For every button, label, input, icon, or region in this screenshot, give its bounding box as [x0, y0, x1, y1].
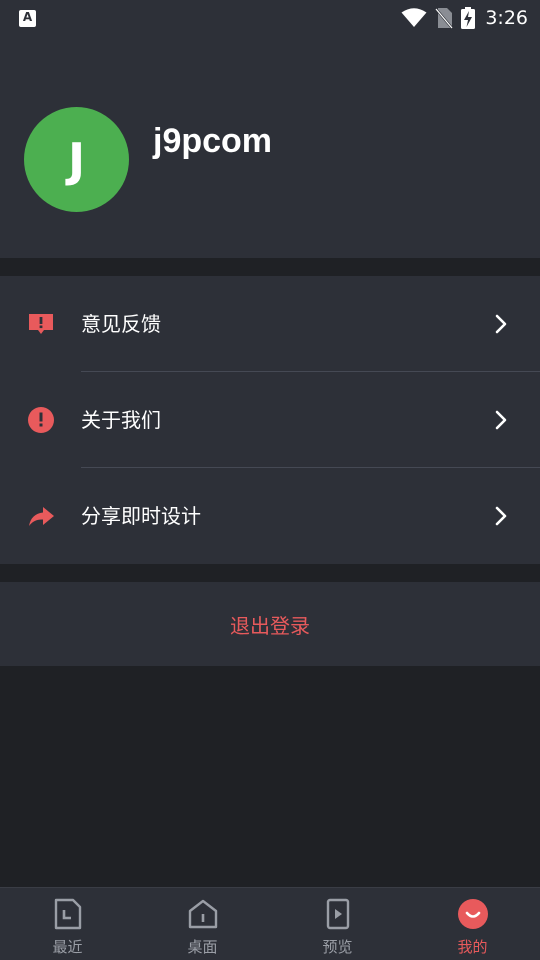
- nav-label: 桌面: [187, 938, 218, 956]
- menu-item-label: 意见反馈: [81, 312, 161, 336]
- preview-icon: [326, 898, 350, 930]
- username: j9pcom: [153, 122, 273, 160]
- status-bar: A 3:26: [0, 0, 540, 36]
- nav-label: 最近: [52, 938, 83, 956]
- chevron-right-icon: [495, 506, 507, 526]
- wifi-icon: [401, 8, 427, 27]
- battery-charging-icon: [461, 7, 476, 29]
- profile-smile-icon: [458, 899, 488, 929]
- menu-item-label: 关于我们: [81, 408, 161, 432]
- menu-item-feedback[interactable]: 意见反馈: [0, 276, 540, 372]
- menu-item-about[interactable]: 关于我们: [0, 372, 540, 468]
- logout-label: 退出登录: [230, 613, 310, 638]
- logout-button[interactable]: 退出登录: [0, 582, 540, 666]
- chevron-right-icon: [495, 314, 507, 334]
- menu-item-label: 分享即时设计: [81, 504, 201, 528]
- nav-label: 预览: [322, 938, 353, 956]
- avatar[interactable]: J: [24, 107, 129, 212]
- no-sim-icon: [435, 8, 454, 29]
- nav-item-preview[interactable]: 预览: [270, 888, 405, 960]
- profile-header: J j9pcom: [0, 36, 540, 258]
- recent-doc-icon: [54, 898, 82, 930]
- clock: 3:26: [485, 7, 528, 29]
- bottom-navigation: 最近 桌面 预览 我的: [0, 887, 540, 960]
- feedback-icon: [29, 314, 53, 334]
- status-icons: 3:26: [393, 6, 528, 30]
- share-icon: [29, 507, 54, 526]
- app-notification-icon: A: [19, 10, 36, 27]
- nav-item-recent[interactable]: 最近: [0, 888, 135, 960]
- nav-item-desktop[interactable]: 桌面: [135, 888, 270, 960]
- chevron-right-icon: [495, 410, 507, 430]
- info-alert-icon: [28, 407, 54, 433]
- menu-item-share[interactable]: 分享即时设计: [0, 468, 540, 564]
- nav-label: 我的: [457, 938, 488, 956]
- nav-item-mine[interactable]: 我的: [405, 888, 540, 960]
- home-icon: [188, 899, 218, 929]
- settings-menu: 意见反馈 关于我们 分享即时设计: [0, 276, 540, 564]
